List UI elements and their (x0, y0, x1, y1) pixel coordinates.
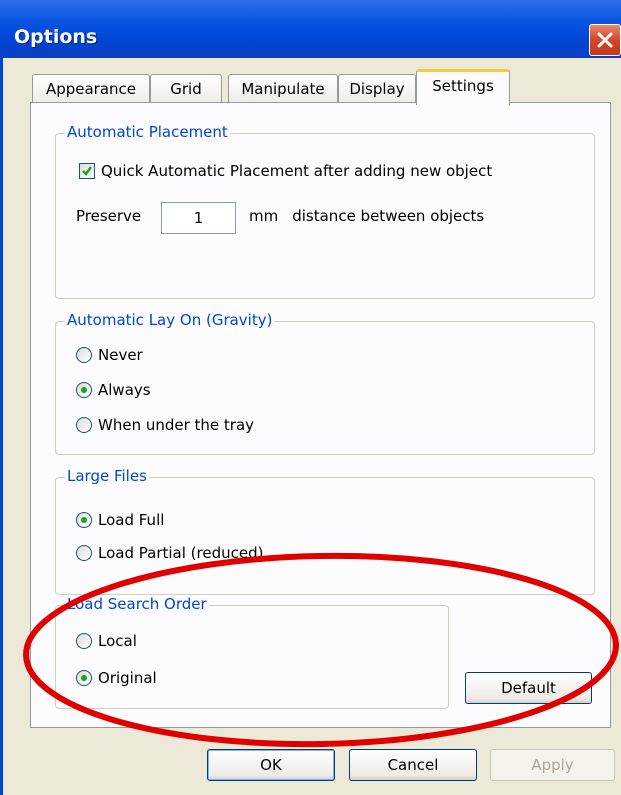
large-files-legend: Large Files (65, 467, 149, 485)
search-order-legend: Load Search Order (65, 595, 209, 613)
quick-placement-label: Quick Automatic Placement after adding n… (101, 162, 493, 180)
tab-display[interactable]: Display (338, 74, 416, 104)
radio-load-partial[interactable] (76, 545, 92, 561)
gravity-legend: Automatic Lay On (Gravity) (65, 311, 275, 329)
radio-local-label: Local (98, 632, 137, 650)
preserve-label-row: Preserve (76, 207, 141, 225)
search-order-option-local[interactable]: Local (76, 632, 137, 650)
radio-never[interactable] (76, 347, 92, 363)
window-title: Options (14, 26, 98, 48)
tab-appearance[interactable]: Appearance (32, 74, 150, 104)
large-files-option-partial[interactable]: Load Partial (reduced) (76, 544, 263, 562)
apply-button[interactable]: Apply (490, 749, 615, 781)
cancel-button[interactable]: Cancel (349, 749, 477, 781)
search-order-option-original[interactable]: Original (76, 669, 157, 687)
default-button[interactable]: Default (465, 672, 592, 704)
radio-under-tray[interactable] (76, 417, 92, 433)
check-icon (82, 166, 93, 176)
radio-original[interactable] (76, 670, 92, 686)
close-icon (597, 32, 613, 48)
distance-unit: mm (249, 207, 279, 225)
radio-under-tray-label: When under the tray (98, 416, 255, 434)
distance-suffix: distance between objects (292, 207, 485, 225)
search-order-group: Load Search Order Local Original (55, 595, 449, 709)
quick-placement-checkbox[interactable] (79, 163, 95, 179)
large-files-group: Large Files Load Full Load Partial (redu… (55, 467, 595, 595)
title-bar[interactable]: Options (0, 0, 621, 58)
automatic-placement-legend: Automatic Placement (65, 123, 230, 141)
gravity-option-under-tray[interactable]: When under the tray (76, 416, 254, 434)
tab-settings[interactable]: Settings (416, 69, 510, 105)
radio-load-full[interactable] (76, 512, 92, 528)
gravity-option-never[interactable]: Never (76, 346, 143, 364)
close-button[interactable] (589, 24, 621, 56)
radio-local[interactable] (76, 633, 92, 649)
gravity-option-always[interactable]: Always (76, 381, 151, 399)
quick-placement-checkbox-row[interactable]: Quick Automatic Placement after adding n… (79, 162, 492, 180)
settings-panel: Automatic Placement Quick Automatic Plac… (30, 102, 611, 728)
radio-always[interactable] (76, 382, 92, 398)
preserve-label: Preserve (76, 207, 142, 225)
distance-unit-row: mm distance between objects (249, 207, 484, 225)
radio-never-label: Never (98, 346, 143, 364)
tab-manipulate[interactable]: Manipulate (228, 74, 338, 104)
radio-load-full-label: Load Full (98, 511, 165, 529)
tab-grid[interactable]: Grid (150, 74, 222, 104)
radio-always-label: Always (98, 381, 151, 399)
radio-load-partial-label: Load Partial (reduced) (98, 544, 264, 562)
automatic-placement-group: Automatic Placement Quick Automatic Plac… (55, 123, 595, 299)
radio-original-label: Original (98, 669, 157, 687)
ok-button[interactable]: OK (207, 749, 335, 781)
gravity-group: Automatic Lay On (Gravity) Never Always … (55, 311, 595, 455)
distance-input[interactable] (161, 202, 236, 234)
large-files-option-full[interactable]: Load Full (76, 511, 164, 529)
window-border (0, 58, 3, 795)
